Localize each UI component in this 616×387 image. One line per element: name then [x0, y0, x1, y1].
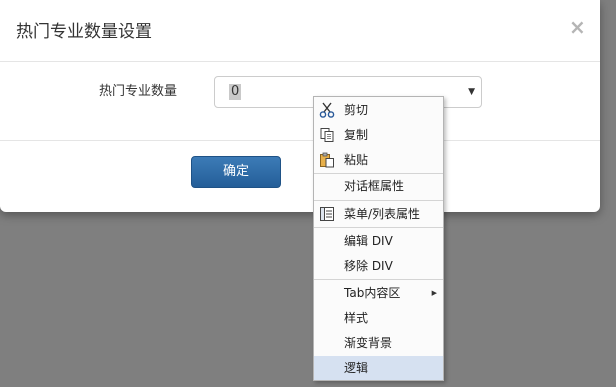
dialog-body: 热门专业数量 0 ▼	[0, 62, 600, 140]
chevron-right-icon: ▶	[431, 289, 437, 297]
menu-item-cut[interactable]: 剪切	[314, 98, 443, 122]
menu-item-logic[interactable]: 逻辑	[314, 356, 443, 380]
menu-item-label: 移除 DIV	[344, 259, 393, 273]
menu-item-label: 编辑 DIV	[344, 234, 393, 248]
settings-dialog: 热门专业数量设置 × 热门专业数量 0 ▼ 确定	[0, 0, 600, 212]
menu-divider	[314, 227, 443, 228]
hot-major-count-label: 热门专业数量	[99, 84, 178, 99]
menu-divider	[314, 200, 443, 201]
select-value: 0	[229, 84, 242, 100]
menu-item-menu-list-properties[interactable]: 菜单/列表属性	[314, 202, 443, 226]
dialog-footer: 确定	[0, 140, 600, 212]
menu-item-label: 对话框属性	[344, 179, 405, 193]
menu-item-label: 渐变背景	[344, 336, 393, 350]
menu-item-label: 剪切	[344, 103, 369, 117]
menu-item-tab-content[interactable]: Tab内容区 ▶	[314, 281, 443, 305]
menu-item-label: 样式	[344, 311, 369, 325]
menu-item-paste[interactable]: 粘贴	[314, 148, 443, 172]
menu-item-remove-div[interactable]: 移除 DIV	[314, 254, 443, 278]
menu-item-copy[interactable]: 复制	[314, 123, 443, 147]
paste-icon	[320, 152, 334, 168]
menu-item-dialog-properties[interactable]: 对话框属性	[314, 174, 443, 198]
menu-item-label: Tab内容区	[344, 286, 401, 300]
menu-item-label: 粘贴	[344, 153, 369, 167]
scissors-icon	[319, 102, 335, 118]
dialog-title: 热门专业数量设置	[16, 22, 152, 42]
menu-item-label: 菜单/列表属性	[344, 207, 421, 221]
menu-item-style[interactable]: 样式	[314, 306, 443, 330]
close-icon[interactable]: ×	[569, 15, 586, 39]
chevron-down-icon: ▼	[468, 87, 475, 97]
copy-icon	[320, 128, 334, 142]
menu-divider	[314, 279, 443, 280]
menu-item-label: 逻辑	[344, 361, 369, 375]
menu-item-gradient-background[interactable]: 渐变背景	[314, 331, 443, 355]
dialog-header: 热门专业数量设置 ×	[0, 0, 600, 62]
list-icon	[320, 207, 334, 221]
confirm-button[interactable]: 确定	[191, 156, 281, 188]
menu-item-label: 复制	[344, 128, 369, 142]
context-menu: 剪切 复制 粘贴 对话框属性 菜单/列表属性 编辑 DIV 移除 DIV Tab…	[313, 96, 444, 381]
menu-item-edit-div[interactable]: 编辑 DIV	[314, 229, 443, 253]
